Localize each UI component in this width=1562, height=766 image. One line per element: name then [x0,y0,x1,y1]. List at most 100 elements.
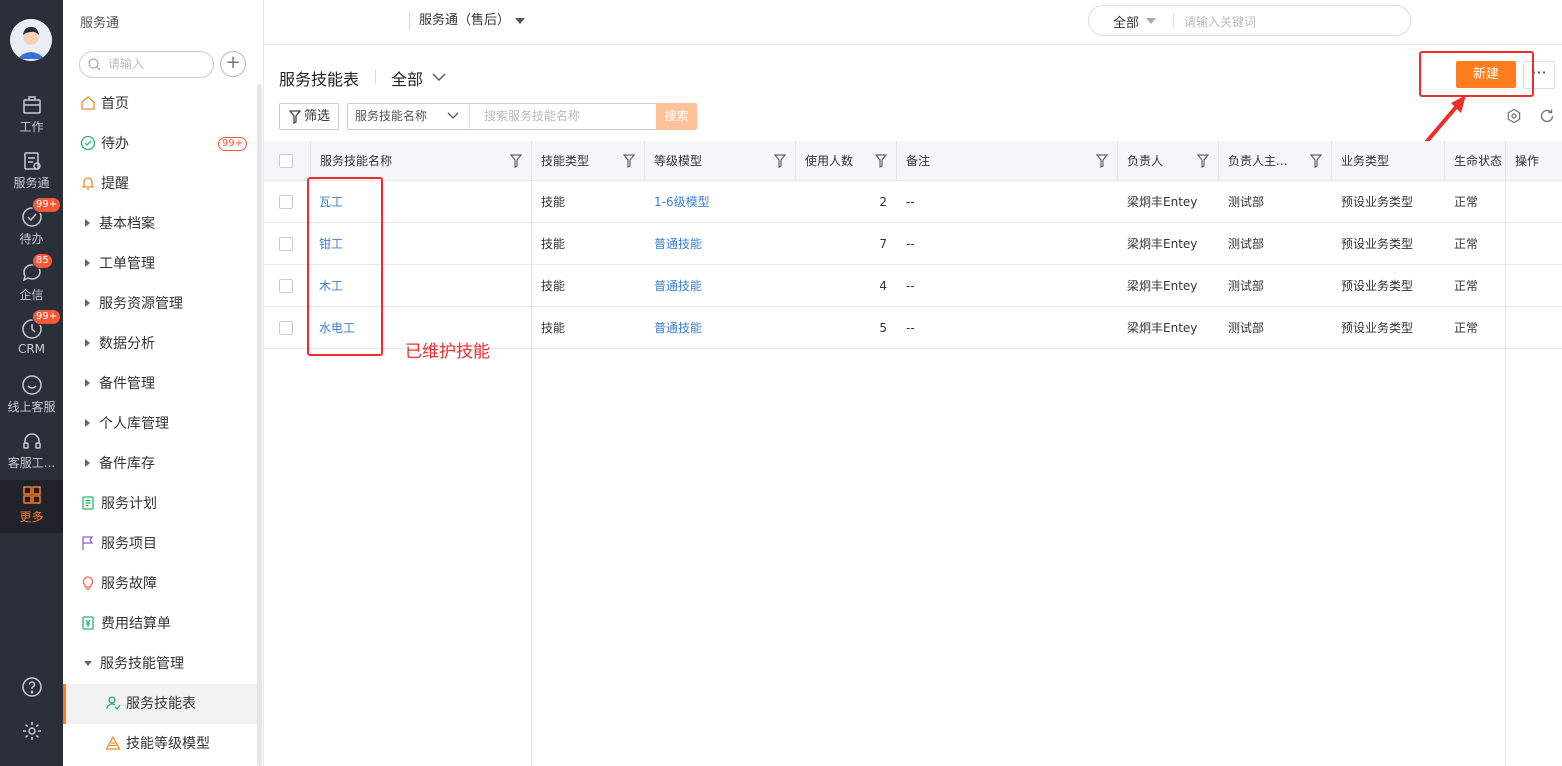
level-model-link[interactable]: 普通技能 [645,307,796,349]
row-checkbox[interactable] [279,321,293,335]
table-row[interactable]: 瓦工 技能 1-6级模型 2 -- 梁炯丰Entey 测试部 预设业务类型 正常 [264,181,1562,223]
sidebar-item-home[interactable]: 首页 [63,84,257,124]
column-header-name[interactable]: 服务技能名称 [310,141,532,181]
rail-item-online-service[interactable]: 线上客服 [0,370,63,422]
sidebar-item-label: 服务技能管理 [100,656,184,672]
sidebar-search-input[interactable]: 请输入 [79,51,214,78]
owner-cell: 梁炯丰Entey [1127,279,1198,293]
settings-icon[interactable] [1506,108,1522,124]
skill-type-cell: 技能 [541,195,566,209]
sidebar-item-reminder[interactable]: 提醒 [63,164,257,204]
column-header-level-model[interactable]: 等级模型 [645,141,796,181]
sidebar-item-label: 服务计划 [101,496,157,512]
column-title: 技能类型 [541,154,590,168]
skills-table: 服务技能名称 技能类型 等级模型 使用人数 备注 负责人 负责人主... 业务类… [264,141,1562,349]
todo-badge: 99+ [32,197,62,213]
refresh-icon[interactable] [1539,108,1555,124]
chevron-down-icon[interactable] [515,18,525,24]
chevron-down-icon[interactable] [432,72,446,82]
row-checkbox[interactable] [279,279,293,293]
chevron-down-icon[interactable] [1146,18,1156,24]
column-title: 使用人数 [805,154,854,168]
help-button[interactable] [0,676,63,702]
column-header-biz-type[interactable]: 业务类型 [1332,141,1445,181]
sidebar-item-service-plan[interactable]: 服务计划 [63,484,257,524]
column-header-owner[interactable]: 负责人 [1118,141,1219,181]
column-header-lifecycle[interactable]: 生命状态 [1445,141,1506,181]
view-selector[interactable]: 全部 [391,66,423,90]
column-header-user-count[interactable]: 使用人数 [796,141,897,181]
rail-item-work[interactable]: 工作 [0,90,63,142]
sidebar-item-spare-parts[interactable]: 备件管理 [63,364,257,404]
app-rail: 工作 服务通 99+ 待办 85 企信 99+ CRM 线上客服 客服工... … [0,0,63,766]
filter-icon[interactable] [774,154,786,168]
column-title: 负责人主... [1228,154,1288,168]
sidebar-item-personal-stock[interactable]: 个人库管理 [63,404,257,444]
filter-icon[interactable] [1197,154,1209,168]
sidebar-scrollbar[interactable] [257,84,262,766]
biz-type-cell: 预设业务类型 [1341,237,1414,251]
sidebar-item-data-analysis[interactable]: 数据分析 [63,324,257,364]
filter-icon[interactable] [875,154,887,168]
app-selector[interactable]: 服务通（售后） [409,12,510,30]
rail-label: CRM [17,342,46,356]
sidebar-item-settlement[interactable]: 费用结算单 [63,604,257,644]
note-cell: -- [906,195,915,209]
expand-icon [85,419,90,427]
column-header-note[interactable]: 备注 [897,141,1118,181]
level-model-link[interactable]: 普通技能 [645,223,796,265]
sidebar-item-todo[interactable]: 待办 99+ [63,124,257,164]
rail-item-more[interactable]: 更多 [0,480,63,533]
filter-icon[interactable] [510,154,522,168]
sidebar-item-skill-management[interactable]: 服务技能管理 [63,644,257,684]
sidebar-item-label: 首页 [101,96,129,112]
sidebar-item-service-resources[interactable]: 服务资源管理 [63,284,257,324]
table-row[interactable]: 木工 技能 普通技能 4 -- 梁炯丰Entey 测试部 预设业务类型 正常 [264,265,1562,307]
sidebar-item-basic-records[interactable]: 基本档案 [63,204,257,244]
settings-button[interactable] [0,720,63,746]
table-row[interactable]: 钳工 技能 普通技能 7 -- 梁炯丰Entey 测试部 预设业务类型 正常 [264,223,1562,265]
filter-button[interactable]: 筛选 [279,103,339,130]
search-field-select[interactable]: 服务技能名称 [347,103,469,130]
column-header-owner-dept[interactable]: 负责人主... [1219,141,1332,181]
sidebar-item-service-items[interactable]: 服务项目 [63,524,257,564]
search-button[interactable]: 搜索 [656,103,697,130]
sidebar-item-parts-inventory[interactable]: 备件库存 [63,444,257,484]
lifecycle-cell: 正常 [1454,237,1479,251]
sidebar-item-service-faults[interactable]: 服务故障 [63,564,257,604]
filter-icon[interactable] [623,154,635,168]
sidebar-item-skill-level-model[interactable]: 技能等级模型 [63,724,257,764]
level-model-link[interactable]: 1-6级模型 [645,181,796,223]
rail-item-support-desk[interactable]: 客服工... [0,426,63,478]
column-header-type[interactable]: 技能类型 [532,141,645,181]
global-search[interactable]: 全部 请输入关键词 [1088,5,1411,36]
sidebar-item-label: 服务技能表 [126,696,196,712]
sidebar-item-label: 费用结算单 [101,616,171,632]
sidebar-item-label: 基本档案 [99,216,155,232]
sidebar-item-work-orders[interactable]: 工单管理 [63,244,257,284]
level-model-link[interactable]: 普通技能 [645,265,796,307]
sidebar-item-label: 服务资源管理 [99,296,183,312]
select-all-checkbox[interactable] [279,154,293,168]
filter-icon[interactable] [1096,154,1108,168]
skill-search-input[interactable]: 搜索服务技能名称 [469,103,657,130]
global-search-input[interactable]: 请输入关键词 [1184,13,1256,30]
rail-item-messenger[interactable]: 85 企信 [0,253,63,310]
rail-item-service[interactable]: 服务通 [0,146,63,198]
divider [375,69,376,85]
avatar[interactable] [10,19,52,61]
filter-icon[interactable] [1310,154,1322,168]
rail-item-todo[interactable]: 99+ 待办 [0,197,63,254]
add-button[interactable]: + [220,51,246,77]
owner-dept-cell: 测试部 [1228,237,1265,251]
sidebar-nav: 首页 待办 99+ 提醒 基本档案 工单管理 服务资源管理 数据分析 备件管理 … [63,84,257,764]
search-scope-select[interactable]: 全部 [1113,12,1139,31]
row-checkbox[interactable] [279,237,293,251]
sidebar-item-label: 个人库管理 [99,416,169,432]
row-checkbox[interactable] [279,195,293,209]
table-header: 服务技能名称 技能类型 等级模型 使用人数 备注 负责人 负责人主... 业务类… [264,141,1562,181]
sidebar: 服务通 请输入 + 首页 待办 99+ 提醒 基本档案 工单管理 服务资源管理 … [63,0,264,766]
rail-item-crm[interactable]: 99+ CRM [0,309,63,366]
sidebar-item-skill-table[interactable]: 服务技能表 [63,684,257,724]
headset-icon [22,433,41,449]
